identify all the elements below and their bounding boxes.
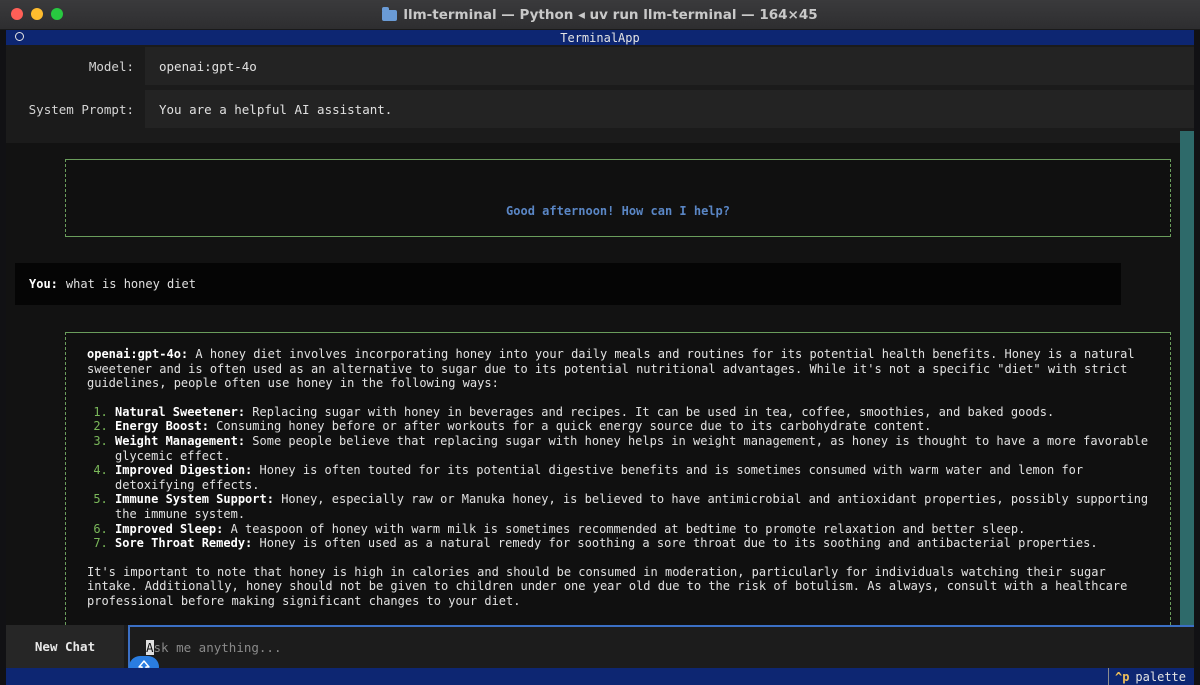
minimize-window-button[interactable]	[31, 8, 43, 20]
list-item-title: Improved Digestion:	[115, 463, 253, 478]
header-circle-icon[interactable]	[15, 32, 24, 41]
footer-bar: ^p palette	[6, 668, 1194, 685]
window-titlebar: llm-terminal — Python ◂ uv run llm-termi…	[0, 0, 1200, 30]
greeting-box: Good afternoon! How can I help?	[65, 159, 1171, 237]
list-item-text: Some people believe that replacing sugar…	[115, 433, 1149, 463]
list-item-title: Immune System Support:	[115, 492, 274, 507]
new-chat-button[interactable]: New Chat	[6, 625, 124, 668]
list-item-text: Honey is often touted for its potential …	[115, 463, 1084, 492]
scrollbar-thumb[interactable]	[1180, 131, 1194, 625]
list-item: Immune System Support: Honey, especially…	[115, 492, 1156, 521]
list-item: Weight Management: Some people believe t…	[115, 434, 1156, 463]
system-prompt-field[interactable]: You are a helpful AI assistant.	[145, 90, 1194, 128]
input-row: New Chat Ask me anything...	[6, 625, 1194, 668]
palette-label: palette	[1135, 669, 1186, 684]
list-item: Sore Throat Remedy: Honey is often used …	[115, 536, 1156, 551]
list-item: Improved Digestion: Honey is often toute…	[115, 463, 1156, 492]
app-title: TerminalApp	[560, 30, 640, 45]
user-label: You:	[29, 277, 58, 291]
list-item-text: Replacing sugar with honey in beverages …	[252, 404, 1055, 419]
zoom-window-button[interactable]	[51, 8, 63, 20]
user-message: You: what is honey diet	[15, 263, 1121, 305]
command-palette-button[interactable]: ^p palette	[1107, 668, 1194, 685]
traffic-lights	[11, 8, 63, 20]
list-item: Energy Boost: Consuming honey before or …	[115, 419, 1156, 434]
greeting-text: Good afternoon! How can I help?	[506, 204, 730, 218]
list-item-text: Honey is often used as a natural remedy …	[259, 536, 1098, 551]
list-item: Natural Sweetener: Replacing sugar with …	[115, 405, 1156, 420]
folder-icon	[382, 6, 398, 21]
text-cursor: A	[146, 640, 154, 655]
input-placeholder: sk me anything...	[153, 640, 282, 655]
assistant-label: openai:gpt-4o:	[87, 347, 189, 361]
close-window-button[interactable]	[11, 8, 23, 20]
assistant-outro: It's important to note that honey is hig…	[87, 564, 1128, 608]
system-prompt-label: System Prompt:	[28, 101, 134, 117]
model-field[interactable]: openai:gpt-4o	[145, 47, 1194, 85]
list-item-title: Sore Throat Remedy:	[115, 536, 253, 551]
app-header: TerminalApp	[6, 30, 1194, 45]
list-item-title: Weight Management:	[115, 433, 246, 448]
chat-input[interactable]: Ask me anything...	[128, 625, 1194, 668]
assistant-list: Natural Sweetener: Replacing sugar with …	[87, 405, 1156, 551]
list-item-title: Energy Boost:	[115, 419, 209, 434]
list-item-text: Consuming honey before or after workouts…	[216, 419, 932, 434]
model-row: Model: openai:gpt-4o	[6, 47, 1194, 85]
window-title-text: llm-terminal — Python ◂ uv run llm-termi…	[403, 6, 818, 23]
list-item: Improved Sleep: A teaspoon of honey with…	[115, 522, 1156, 537]
list-item-title: Improved Sleep:	[115, 521, 224, 536]
window-title: llm-terminal — Python ◂ uv run llm-termi…	[382, 6, 818, 23]
system-prompt-row: System Prompt: You are a helpful AI assi…	[6, 90, 1194, 128]
model-label: Model:	[88, 58, 134, 74]
main-area: Model: openai:gpt-4o System Prompt: You …	[6, 45, 1194, 625]
palette-key: ^p	[1114, 669, 1130, 684]
assistant-intro: A honey diet involves incorporating hone…	[87, 347, 1135, 391]
chat-scrollbar[interactable]	[1180, 131, 1194, 625]
assistant-intro-paragraph: openai:gpt-4o: A honey diet involves inc…	[87, 347, 1156, 391]
list-item-title: Natural Sweetener:	[115, 404, 246, 419]
list-item-text: A teaspoon of honey with warm milk is so…	[230, 521, 1026, 536]
assistant-message: openai:gpt-4o: A honey diet involves inc…	[65, 332, 1171, 625]
user-message-text: what is honey diet	[65, 277, 196, 291]
settings-panel: Model: openai:gpt-4o System Prompt: You …	[6, 45, 1194, 143]
